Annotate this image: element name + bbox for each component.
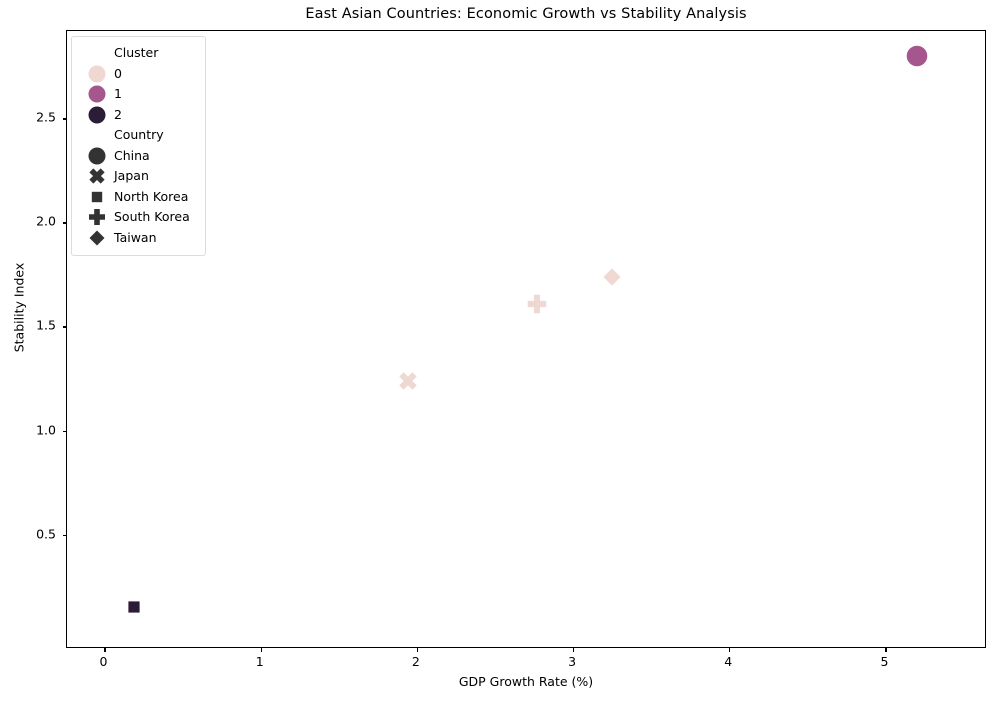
circle-marker-icon bbox=[80, 64, 114, 85]
x-tick-label: 0 bbox=[99, 654, 108, 669]
x-tick-label: 1 bbox=[255, 654, 264, 669]
x-tick-label: 5 bbox=[880, 654, 889, 669]
y-tick-label: 1.5 bbox=[36, 317, 56, 333]
diamond-marker-icon bbox=[80, 228, 114, 249]
legend-item-label: Taiwan bbox=[114, 229, 157, 245]
legend-section-title: Country bbox=[114, 127, 164, 142]
x-marker-icon bbox=[80, 166, 114, 187]
page-title: East Asian Countries: Economic Growth vs… bbox=[305, 6, 747, 22]
legend-item-label: South Korea bbox=[114, 209, 190, 224]
plus-marker-icon bbox=[80, 207, 114, 228]
x-tick-mark bbox=[260, 647, 262, 652]
x-tick-mark bbox=[729, 647, 731, 652]
circle-marker-icon bbox=[80, 105, 114, 126]
x-tick-label: 3 bbox=[568, 654, 577, 669]
y-tick-label: 1.0 bbox=[36, 422, 56, 437]
legend-item-label: 0 bbox=[114, 65, 122, 81]
legend-item-label: North Korea bbox=[114, 188, 189, 204]
legend: Cluster 0 1 2 Country China Japan North Korea So… bbox=[71, 36, 206, 256]
data-point-taiwan[interactable] bbox=[601, 266, 623, 287]
legend-item-1[interactable]: 1 bbox=[80, 84, 195, 105]
data-point-south-korea[interactable] bbox=[526, 293, 548, 315]
legend-item-taiwan[interactable]: Taiwan bbox=[80, 228, 195, 249]
circle-marker-icon bbox=[80, 84, 114, 105]
x-tick-label: 4 bbox=[724, 654, 733, 669]
legend-item-south-korea[interactable]: South Korea bbox=[80, 207, 195, 228]
legend-item-label: 2 bbox=[114, 106, 122, 122]
legend-item-label: 1 bbox=[114, 86, 122, 101]
legend-item-label: China bbox=[114, 147, 150, 163]
legend-item-2[interactable]: 2 bbox=[80, 105, 195, 126]
legend-item-japan[interactable]: Japan bbox=[80, 166, 195, 187]
x-tick-mark bbox=[573, 647, 575, 652]
legend-item-china[interactable]: China bbox=[80, 146, 195, 167]
square-marker-icon bbox=[80, 187, 114, 208]
circle-marker-icon bbox=[80, 146, 114, 167]
x-tick-mark bbox=[104, 647, 106, 652]
data-point-china[interactable] bbox=[905, 44, 929, 68]
data-point-japan[interactable] bbox=[397, 370, 418, 392]
x-tick-label: 2 bbox=[411, 654, 420, 669]
legend-item-label: Japan bbox=[114, 168, 149, 183]
y-axis-label: Stability Index bbox=[11, 262, 27, 353]
y-tick-label: 0.5 bbox=[36, 526, 56, 542]
legend-item-0[interactable]: 0 bbox=[80, 64, 195, 85]
x-axis-label: GDP Growth Rate (%) bbox=[458, 674, 594, 689]
legend-section-title: Cluster bbox=[114, 45, 159, 60]
data-point-north-korea[interactable] bbox=[126, 599, 143, 616]
x-tick-mark bbox=[416, 647, 419, 652]
legend-item-north-korea[interactable]: North Korea bbox=[80, 187, 195, 208]
x-tick-mark bbox=[885, 647, 887, 652]
chart-figure: East Asian Countries: Economic Growth vs… bbox=[0, 0, 1001, 701]
